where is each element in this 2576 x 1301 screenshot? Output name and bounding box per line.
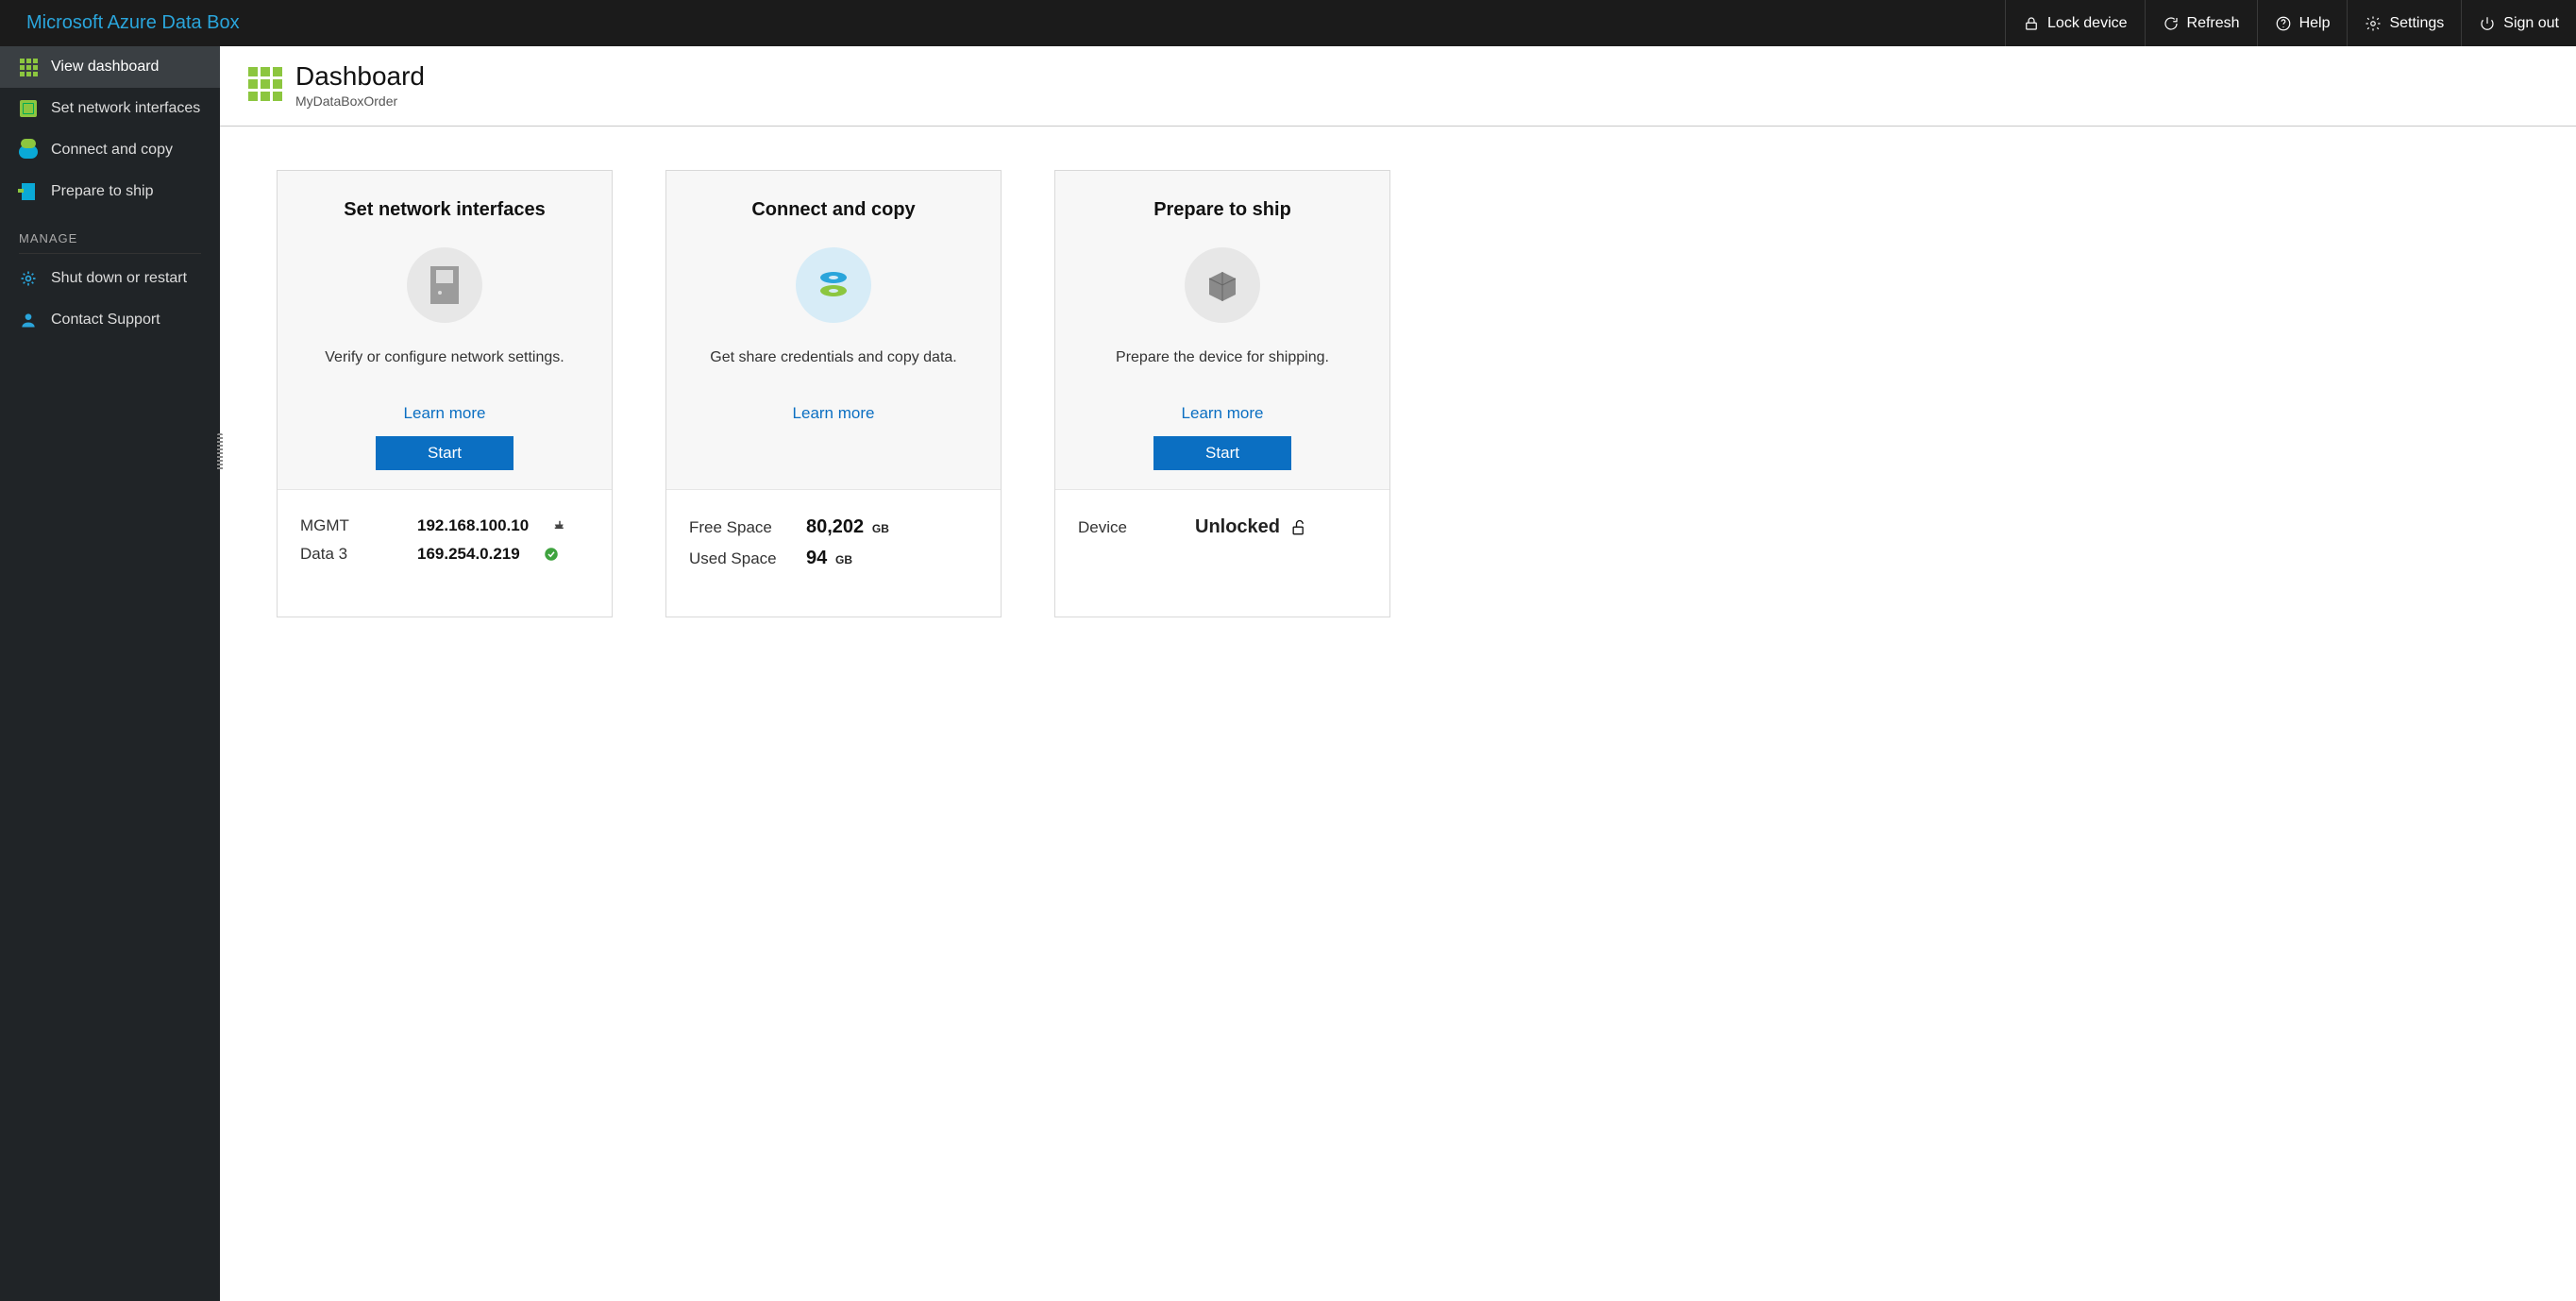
network-row-value: 192.168.100.10 xyxy=(417,516,529,535)
card-connect-copy: Connect and copy Get share credentials a… xyxy=(665,170,1002,617)
gear-icon xyxy=(2365,15,2382,32)
device-status-value: Unlocked xyxy=(1195,516,1280,538)
sidebar-item-network-interfaces[interactable]: Set network interfaces xyxy=(0,88,220,129)
sign-out-button[interactable]: Sign out xyxy=(2461,0,2576,46)
sidebar-resize-handle[interactable] xyxy=(217,433,223,471)
help-icon xyxy=(2275,15,2292,32)
device-label: Device xyxy=(1078,518,1172,537)
learn-more-link[interactable]: Learn more xyxy=(404,404,486,423)
person-icon xyxy=(19,311,38,329)
lock-icon xyxy=(2023,15,2040,32)
copy-icon xyxy=(19,141,38,160)
space-row-used: Used Space 94 GB xyxy=(689,548,978,569)
top-actions: Lock device Refresh Help Settings Sign o… xyxy=(2005,0,2576,46)
card-title: Connect and copy xyxy=(689,199,978,221)
server-icon xyxy=(407,247,482,323)
space-row-label: Free Space xyxy=(689,518,783,537)
network-row-mgmt: MGMT 192.168.100.10 xyxy=(300,516,589,535)
space-row-value: 80,202 xyxy=(806,516,864,537)
card-description: Get share credentials and copy data. xyxy=(689,349,978,366)
page-title: Dashboard xyxy=(295,61,425,92)
card-prepare-ship: Prepare to ship Prepare the device for s… xyxy=(1054,170,1390,617)
cards-row: Set network interfaces Verify or configu… xyxy=(220,127,2576,661)
power-icon xyxy=(2479,15,2496,32)
sidebar-item-prepare-ship[interactable]: Prepare to ship xyxy=(0,171,220,212)
brand-title: Microsoft Azure Data Box xyxy=(26,12,240,34)
sidebar-item-contact-support[interactable]: Contact Support xyxy=(0,299,220,341)
sidebar-item-shutdown-restart[interactable]: Shut down or restart xyxy=(0,258,220,299)
refresh-button[interactable]: Refresh xyxy=(2145,0,2257,46)
sidebar-item-view-dashboard[interactable]: View dashboard xyxy=(0,46,220,88)
lock-device-button[interactable]: Lock device xyxy=(2005,0,2145,46)
card-description: Verify or configure network settings. xyxy=(300,349,589,366)
package-icon xyxy=(1185,247,1260,323)
start-button[interactable]: Start xyxy=(1153,436,1291,470)
card-description: Prepare the device for shipping. xyxy=(1078,349,1367,366)
sidebar-item-connect-copy[interactable]: Connect and copy xyxy=(0,129,220,171)
network-row-value: 169.254.0.219 xyxy=(417,545,520,564)
unlock-icon xyxy=(1289,518,1308,537)
disks-icon xyxy=(796,247,871,323)
sidebar-item-label: View dashboard xyxy=(51,59,159,76)
learn-more-link[interactable]: Learn more xyxy=(1182,404,1264,423)
ship-icon xyxy=(19,182,38,201)
sidebar-section-manage: MANAGE xyxy=(19,218,201,254)
space-row-value: 94 xyxy=(806,548,827,568)
space-row-unit: GB xyxy=(872,522,889,535)
learn-more-link[interactable]: Learn more xyxy=(793,404,875,423)
card-title: Set network interfaces xyxy=(300,199,589,221)
space-row-free: Free Space 80,202 GB xyxy=(689,516,978,538)
card-title: Prepare to ship xyxy=(1078,199,1367,221)
gear-icon xyxy=(19,269,38,288)
dashboard-icon xyxy=(19,58,38,76)
dashboard-icon xyxy=(248,67,282,101)
page-header: Dashboard MyDataBoxOrder xyxy=(220,46,2576,127)
help-button[interactable]: Help xyxy=(2257,0,2348,46)
network-row-label: Data 3 xyxy=(300,545,395,564)
settings-button[interactable]: Settings xyxy=(2347,0,2461,46)
sidebar-item-label: Shut down or restart xyxy=(51,270,187,287)
sidebar-item-label: Connect and copy xyxy=(51,142,173,159)
sidebar: View dashboard Set network interfaces Co… xyxy=(0,46,220,1301)
top-bar: Microsoft Azure Data Box Lock device Ref… xyxy=(0,0,2576,46)
device-status-row: Device Unlocked xyxy=(1078,516,1367,538)
start-button[interactable]: Start xyxy=(376,436,514,470)
page-subtitle: MyDataBoxOrder xyxy=(295,93,425,109)
card-network-interfaces: Set network interfaces Verify or configu… xyxy=(277,170,613,617)
space-row-label: Used Space xyxy=(689,549,783,568)
network-row-data3: Data 3 169.254.0.219 xyxy=(300,545,589,564)
sidebar-item-label: Prepare to ship xyxy=(51,183,154,200)
sidebar-item-label: Set network interfaces xyxy=(51,100,200,117)
main-content: Dashboard MyDataBoxOrder Set network int… xyxy=(220,46,2576,1301)
network-icon xyxy=(19,99,38,118)
space-row-unit: GB xyxy=(835,553,852,566)
sidebar-item-label: Contact Support xyxy=(51,312,160,329)
plug-icon xyxy=(551,517,568,534)
refresh-icon xyxy=(2163,15,2180,32)
check-circle-icon xyxy=(543,546,560,563)
network-row-label: MGMT xyxy=(300,516,395,535)
